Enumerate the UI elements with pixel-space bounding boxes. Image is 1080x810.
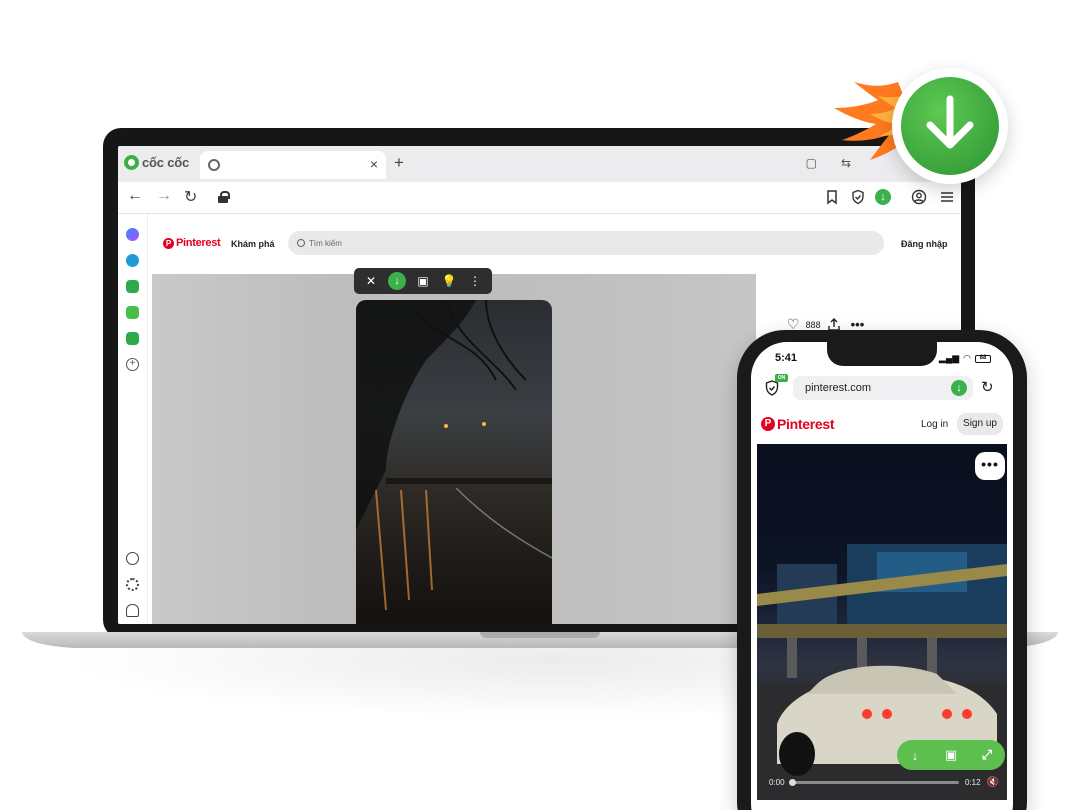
- loading-favicon-icon: [208, 159, 220, 171]
- nav-explore[interactable]: Khám phá: [231, 239, 275, 249]
- tab-close-icon[interactable]: ×: [370, 156, 378, 172]
- close-icon[interactable]: ✕: [362, 272, 380, 290]
- browser-sidebar: +: [118, 214, 148, 624]
- back-button[interactable]: ←: [127, 187, 143, 205]
- ai-assistant-icon[interactable]: [126, 332, 139, 345]
- status-icons: ▂▄▆ ◠ 88: [939, 353, 991, 364]
- notification-bell-icon[interactable]: [126, 604, 139, 617]
- pinterest-search-input[interactable]: Tìm kiếm: [288, 231, 884, 255]
- mute-icon[interactable]: 🔇: [987, 777, 999, 788]
- pinterest-logo-icon: P: [163, 237, 174, 249]
- laptop-hinge-notch: [480, 632, 600, 638]
- picture-in-picture-icon[interactable]: ▣: [941, 747, 961, 763]
- ai-chat-icon[interactable]: [126, 280, 139, 293]
- more-options-icon[interactable]: ⋮: [466, 272, 484, 290]
- download-badge-circle: [901, 77, 999, 175]
- pinterest-logo-icon: P: [761, 417, 775, 431]
- browser-brand: cốc cốc: [142, 155, 190, 170]
- search-placeholder: Tìm kiếm: [309, 238, 342, 248]
- apps-grid-icon[interactable]: [126, 306, 139, 319]
- download-video-icon[interactable]: ↓: [905, 748, 925, 763]
- signal-icon: ▂▄▆: [938, 353, 960, 363]
- phone-url[interactable]: pinterest.com: [805, 382, 871, 394]
- total-time: 0:12: [964, 778, 981, 787]
- shield-icon[interactable]: [850, 189, 866, 205]
- battery-icon: 88: [975, 354, 991, 363]
- forward-button[interactable]: →: [156, 187, 172, 205]
- phone-video-player[interactable]: ••• ↓ ▣ ⤢ 0:00 0:12 🔇: [757, 444, 1007, 800]
- phone-notch: [827, 342, 937, 366]
- lock-icon: [218, 191, 230, 203]
- adblock-on-badge: ON: [775, 374, 788, 382]
- progress-knob[interactable]: [788, 779, 796, 786]
- rainy-street-video-frame: [356, 300, 552, 611]
- pinterest-logo[interactable]: P Pinterest: [163, 237, 221, 249]
- signup-button[interactable]: Sign up: [957, 413, 1003, 435]
- wifi-icon: ◠: [963, 353, 971, 363]
- skype-icon[interactable]: [126, 254, 139, 267]
- new-tab-button[interactable]: +: [394, 153, 404, 173]
- download-icon[interactable]: ↓: [951, 380, 967, 396]
- progress-track[interactable]: [788, 779, 959, 786]
- status-time: 5:41: [775, 352, 798, 364]
- add-sidebar-icon[interactable]: +: [126, 358, 139, 371]
- download-video-icon[interactable]: ↓: [388, 272, 406, 290]
- search-icon: [297, 239, 305, 247]
- video-overlay-toolbar: ✕ ↓ ▣ 💡 ⋮: [354, 268, 492, 294]
- menu-icon[interactable]: [939, 189, 955, 205]
- coccoc-logo: cốc cốc: [124, 155, 189, 170]
- screenshot-icon[interactable]: ▢: [806, 156, 817, 170]
- video-control-pill: ↓ ▣ ⤢: [897, 740, 1005, 770]
- login-button[interactable]: Log in: [921, 419, 948, 430]
- like-count: 888: [805, 319, 821, 330]
- phone-address-bar[interactable]: pinterest.com: [793, 376, 973, 400]
- settings-gear-icon[interactable]: [126, 578, 139, 591]
- video-progress: 0:00 0:12 🔇: [769, 777, 999, 788]
- reload-icon[interactable]: ↻: [981, 378, 994, 396]
- video-player[interactable]: [356, 300, 552, 624]
- account-icon[interactable]: [911, 189, 927, 205]
- pinterest-logo[interactable]: P Pinterest: [761, 416, 835, 432]
- phone-screen: 5:41 ▂▄▆ ◠ 88 ON pinterest.com ↓ ↻ P Pin…: [751, 342, 1013, 810]
- reload-button[interactable]: ↻: [184, 187, 197, 207]
- phone-device: 5:41 ▂▄▆ ◠ 88 ON pinterest.com ↓ ↻ P Pin…: [737, 330, 1027, 810]
- messenger-icon[interactable]: [126, 228, 139, 241]
- address-bar[interactable]: [210, 186, 810, 210]
- coccoc-logo-icon: [124, 155, 139, 170]
- fullscreen-icon[interactable]: ⤢: [977, 747, 997, 763]
- current-time: 0:00: [769, 778, 785, 787]
- picture-in-picture-icon[interactable]: ▣: [414, 272, 432, 290]
- login-button[interactable]: Đăng nhập: [901, 239, 948, 249]
- bookmark-icon[interactable]: [824, 189, 840, 205]
- shield-icon[interactable]: [765, 380, 779, 396]
- download-icon[interactable]: ↓: [875, 189, 891, 205]
- download-arrow-icon: [926, 95, 974, 149]
- pinterest-wordmark: Pinterest: [176, 237, 221, 249]
- active-tab[interactable]: ×: [200, 151, 386, 179]
- more-options-button[interactable]: •••: [975, 452, 1005, 480]
- history-icon[interactable]: [126, 552, 139, 565]
- pinterest-wordmark: Pinterest: [777, 416, 835, 432]
- download-badge: [892, 68, 1008, 184]
- lightbulb-icon[interactable]: 💡: [440, 272, 458, 290]
